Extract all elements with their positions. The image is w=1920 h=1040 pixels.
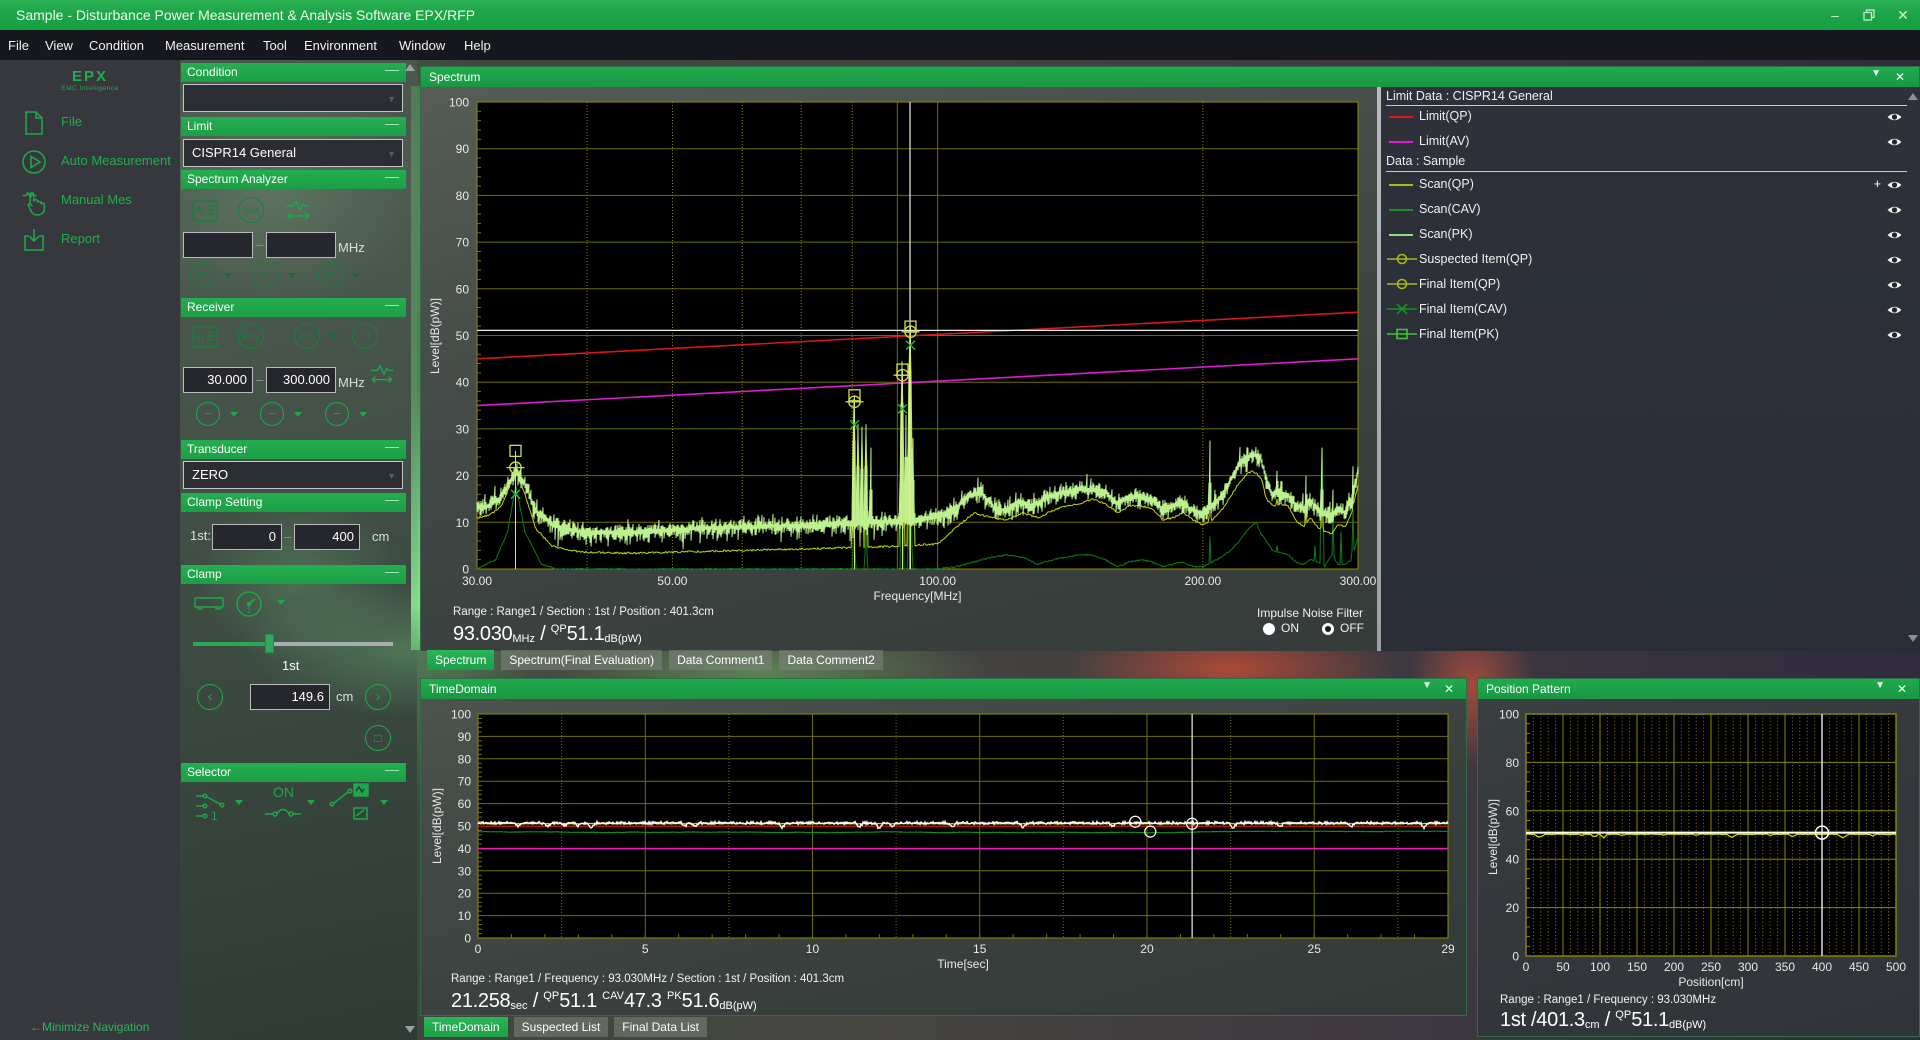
svg-text:20: 20 bbox=[1506, 901, 1520, 915]
svg-text:30: 30 bbox=[458, 864, 472, 878]
svg-text:400: 400 bbox=[1812, 960, 1832, 974]
svg-text:20: 20 bbox=[1140, 942, 1154, 956]
svg-text:70: 70 bbox=[456, 236, 470, 250]
svg-text:30.00: 30.00 bbox=[462, 574, 492, 588]
svg-text:10: 10 bbox=[456, 516, 470, 530]
svg-text:500: 500 bbox=[1886, 960, 1906, 974]
svg-text:90: 90 bbox=[458, 730, 472, 744]
svg-text:20: 20 bbox=[458, 887, 472, 901]
svg-text:250: 250 bbox=[1701, 960, 1721, 974]
svg-text:50: 50 bbox=[1556, 960, 1570, 974]
svg-text:Level[dB(pW)]: Level[dB(pW)] bbox=[1486, 799, 1500, 875]
svg-text:15: 15 bbox=[973, 942, 987, 956]
svg-text:40: 40 bbox=[456, 376, 470, 390]
svg-text:50: 50 bbox=[456, 329, 470, 343]
svg-text:80: 80 bbox=[456, 189, 470, 203]
svg-text:40: 40 bbox=[1506, 853, 1520, 867]
svg-text:Frequency[MHz]: Frequency[MHz] bbox=[873, 589, 961, 603]
svg-text:1: 1 bbox=[211, 809, 218, 823]
svg-text:Level[dB(pW)]: Level[dB(pW)] bbox=[428, 298, 442, 374]
svg-text:0: 0 bbox=[1512, 950, 1519, 964]
svg-text:200: 200 bbox=[1664, 960, 1684, 974]
svg-text:Level[dB(pW)]: Level[dB(pW)] bbox=[430, 788, 444, 864]
svg-text:60: 60 bbox=[1506, 804, 1520, 818]
svg-text:60: 60 bbox=[456, 282, 470, 296]
svg-text:10: 10 bbox=[806, 942, 820, 956]
svg-text:5: 5 bbox=[642, 942, 649, 956]
svg-text:0: 0 bbox=[464, 932, 471, 946]
svg-text:100: 100 bbox=[1499, 708, 1519, 722]
svg-text:Time[sec]: Time[sec] bbox=[937, 957, 989, 971]
svg-text:80: 80 bbox=[458, 752, 472, 766]
svg-text:450: 450 bbox=[1849, 960, 1869, 974]
svg-text:10: 10 bbox=[458, 909, 472, 923]
svg-text:300.00: 300.00 bbox=[1340, 574, 1377, 588]
svg-text:80: 80 bbox=[1506, 756, 1520, 770]
svg-text:40: 40 bbox=[458, 842, 472, 856]
svg-text:300: 300 bbox=[1738, 960, 1758, 974]
svg-text:30: 30 bbox=[456, 422, 470, 436]
svg-text:50: 50 bbox=[458, 820, 472, 834]
svg-text:100.00: 100.00 bbox=[919, 574, 956, 588]
svg-text:70: 70 bbox=[458, 775, 472, 789]
svg-text:100: 100 bbox=[1590, 960, 1610, 974]
svg-text:1: 1 bbox=[247, 606, 252, 615]
svg-text:60: 60 bbox=[458, 797, 472, 811]
svg-text:0: 0 bbox=[1523, 960, 1530, 974]
svg-text:0: 0 bbox=[475, 942, 482, 956]
svg-text:25: 25 bbox=[1308, 942, 1322, 956]
svg-text:100: 100 bbox=[449, 96, 469, 110]
svg-text:150: 150 bbox=[1627, 960, 1647, 974]
svg-text:350: 350 bbox=[1775, 960, 1795, 974]
svg-text:90: 90 bbox=[456, 142, 470, 156]
svg-text:29: 29 bbox=[1441, 942, 1455, 956]
svg-text:20: 20 bbox=[456, 469, 470, 483]
svg-text:200.00: 200.00 bbox=[1185, 574, 1222, 588]
svg-text:100: 100 bbox=[451, 708, 471, 722]
svg-text:Position[cm]: Position[cm] bbox=[1678, 975, 1743, 989]
svg-text:50.00: 50.00 bbox=[657, 574, 687, 588]
